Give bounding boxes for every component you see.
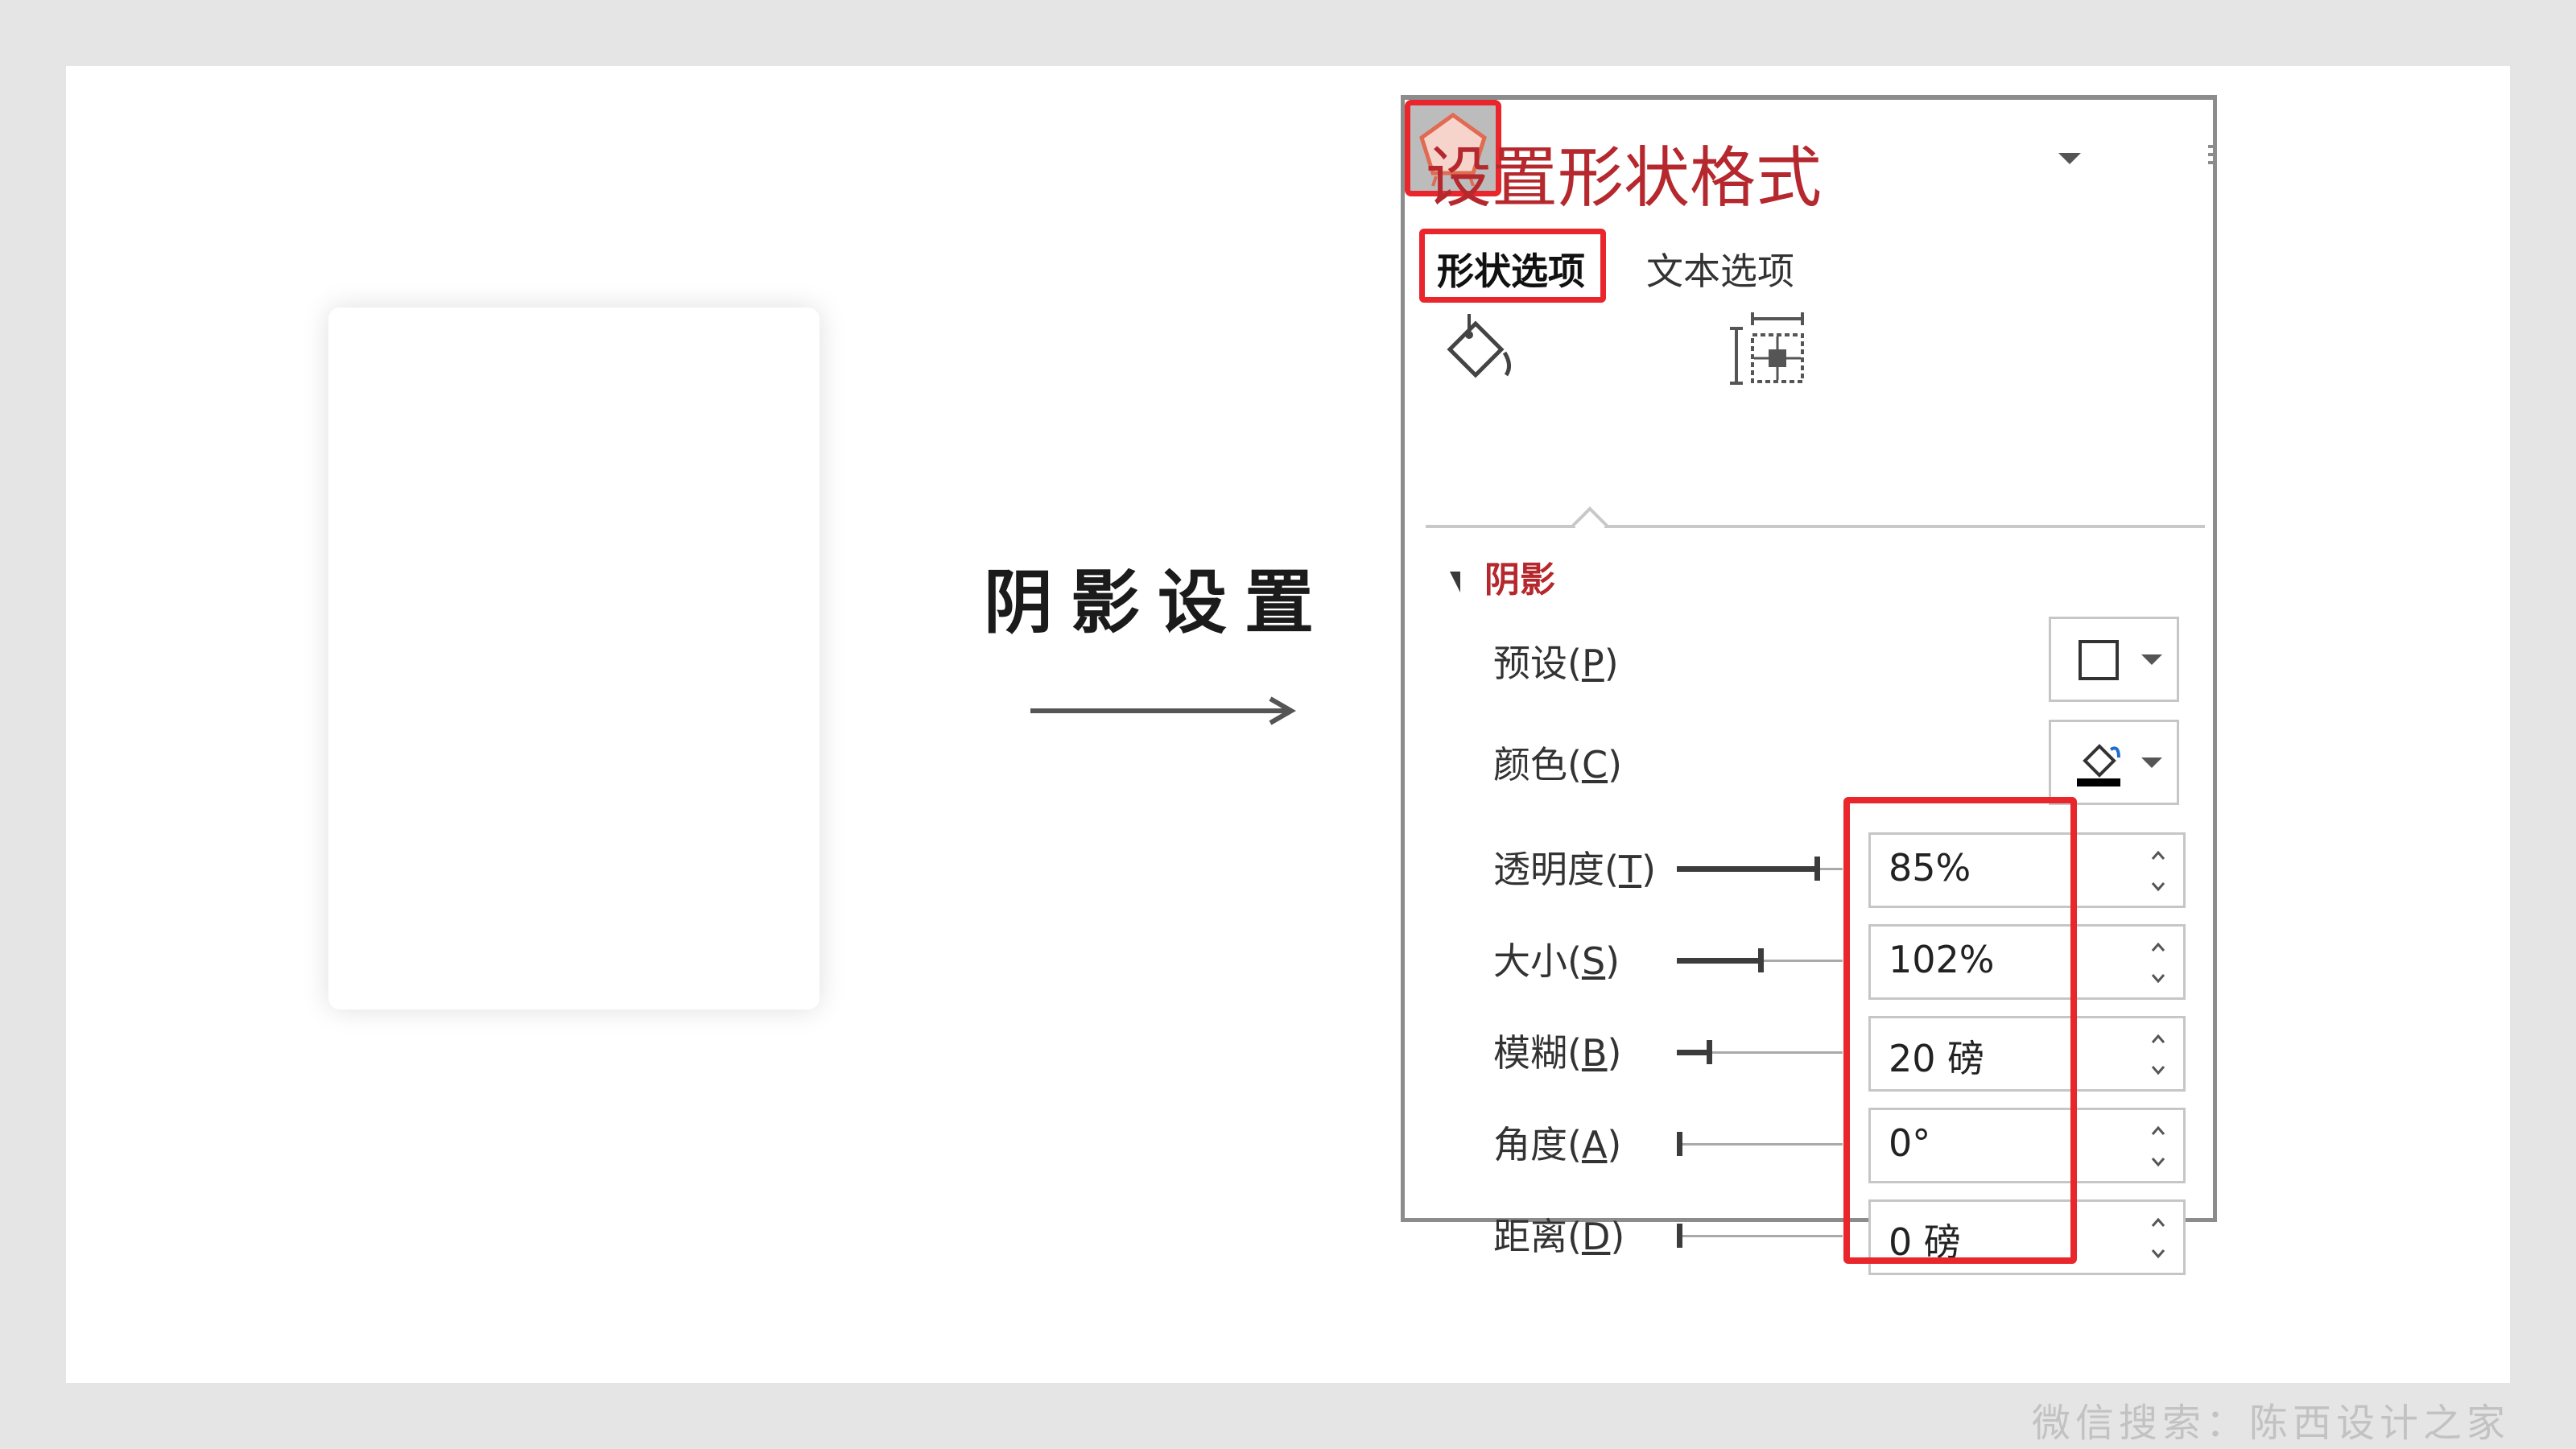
category-divider [1426,525,2205,528]
selected-category-pointer [1572,506,1608,528]
spin-down-icon[interactable] [2146,967,2170,991]
pane-options-dropdown-icon[interactable] [2058,153,2081,164]
slider-thumb[interactable] [1758,948,1764,972]
watermark: 微信搜索：陈西设计之家 [2031,1401,2510,1446]
size-properties-icon[interactable] [1728,309,1810,391]
transparency-slider[interactable] [1677,857,1843,881]
fill-line-icon[interactable] [1437,309,1519,391]
size-label: 大小(S) [1493,939,1620,983]
pane-close-icon[interactable] [2208,145,2213,169]
spin-down-icon[interactable] [2146,1150,2170,1174]
spin-up-icon[interactable] [2146,935,2170,959]
shadow-preset-icon [2079,640,2119,680]
collapse-triangle-icon[interactable] [1450,572,1460,592]
color-label: 颜色(C) [1493,743,1623,786]
distance-label: 距离(D) [1493,1215,1625,1258]
paint-bucket-icon [2077,744,2120,786]
pane-title: 设置形状格式 [1426,140,1823,217]
slider-fill [1677,866,1818,872]
angle-slider[interactable] [1677,1132,1843,1156]
preset-label: 预设(P) [1493,642,1619,685]
spin-down-icon[interactable] [2146,1242,2170,1266]
spin-down-icon[interactable] [2146,875,2170,899]
caption-shadow-settings: 阴影设置 [984,562,1331,643]
slider-thumb[interactable] [1677,1224,1682,1248]
spin-up-icon[interactable] [2146,1026,2170,1051]
slider-fill [1677,1050,1710,1055]
format-shape-pane: 设置形状格式 形状选项 文本选项 阴影 预设(P) 颜色(C) 透明度(T) 8… [1401,95,2217,1275]
color-dropdown[interactable] [2049,720,2179,805]
slider-track [1677,1143,1843,1146]
section-shadow-title: 阴影 [1484,559,1555,601]
slider-thumb[interactable] [1707,1040,1712,1064]
preset-dropdown[interactable] [2049,617,2179,702]
shadow-card-preview[interactable] [328,308,819,1009]
values-highlight-box [1843,797,2077,1264]
arrow-right-icon [1030,696,1297,725]
distance-slider[interactable] [1677,1224,1843,1248]
spin-up-icon[interactable] [2146,1210,2170,1234]
slider-fill [1677,958,1761,964]
spin-up-icon[interactable] [2146,1118,2170,1142]
slider-thumb[interactable] [1814,857,1820,881]
blur-label: 模糊(B) [1493,1031,1622,1075]
chevron-down-icon[interactable] [2141,758,2162,768]
tab-shape-options-highlight [1419,229,1606,303]
section-shadow-header[interactable]: 阴影 [1450,551,1555,607]
tab-text-options[interactable]: 文本选项 [1646,237,1794,306]
slider-thumb[interactable] [1677,1132,1682,1156]
size-slider[interactable] [1677,948,1843,972]
spin-up-icon[interactable] [2146,843,2170,867]
blur-slider[interactable] [1677,1040,1843,1064]
spin-down-icon[interactable] [2146,1059,2170,1083]
transparency-label: 透明度(T) [1493,848,1657,891]
chevron-down-icon[interactable] [2141,654,2162,665]
slider-track [1677,1235,1843,1237]
angle-label: 角度(A) [1493,1123,1622,1166]
